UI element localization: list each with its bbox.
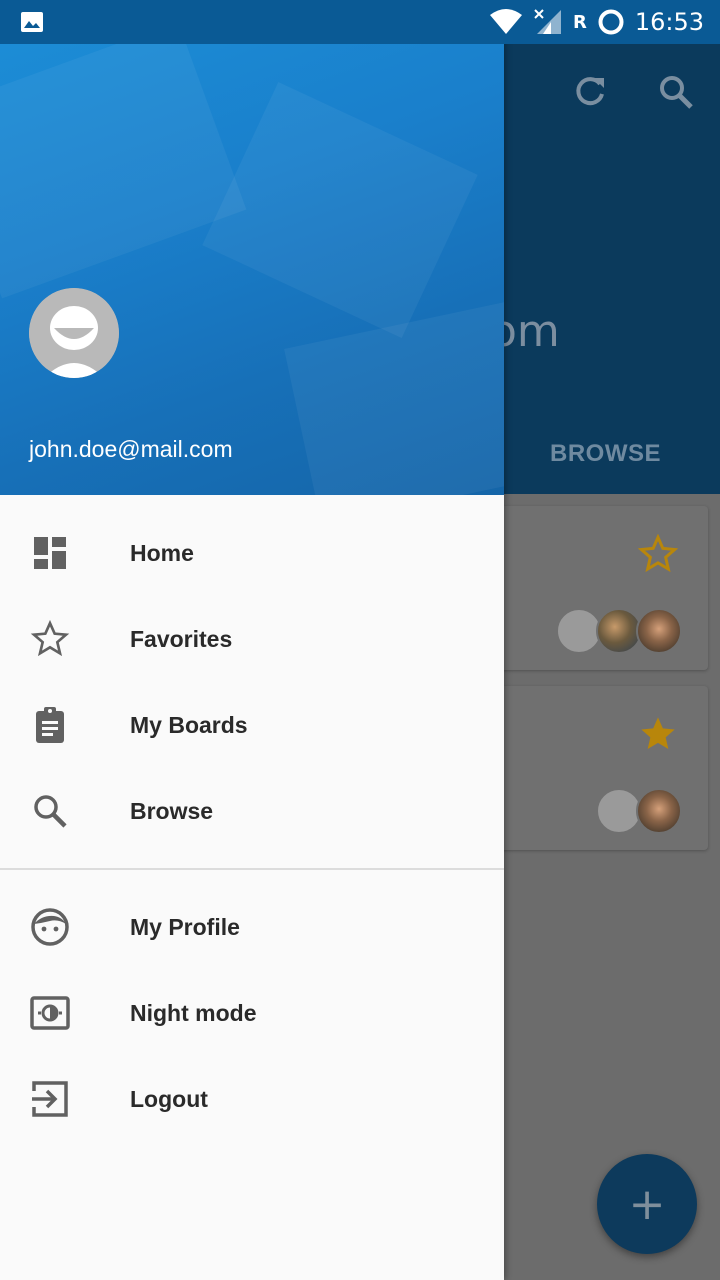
navigation-drawer: john.doe@mail.com Home Favorites My Boar… [0,0,504,1280]
member-avatars [556,608,682,654]
brightness-icon [30,996,70,1030]
menu-item-home[interactable]: Home [0,510,504,596]
tab-browse[interactable]: BROWSE [550,440,661,468]
star-outline-icon [30,619,70,657]
cell-signal-icon [534,9,561,34]
menu-item-favorites[interactable]: Favorites [0,596,504,682]
clipboard-icon [36,707,64,743]
account-email: john.doe@mail.com [29,436,233,462]
status-clock: 16:53 [634,8,704,36]
menu-item-my-boards[interactable]: My Boards [0,682,504,768]
face-icon [31,908,69,946]
logout-icon [32,1081,68,1117]
avatar [636,788,682,834]
menu-label: Home [130,539,194,566]
menu-divider [0,868,504,870]
board-card[interactable] [480,506,708,670]
add-board-button[interactable]: + [597,1154,697,1254]
drawer-header: john.doe@mail.com [0,0,504,495]
menu-label: Night mode [130,999,257,1026]
menu-label: My Profile [130,913,240,940]
menu-item-my-profile[interactable]: My Profile [0,884,504,970]
avatar [636,608,682,654]
menu-item-night-mode[interactable]: Night mode [0,970,504,1056]
avatar[interactable] [29,288,119,378]
sync-ring-icon [598,9,624,35]
menu-label: Browse [130,797,214,824]
plus-icon: + [628,1178,666,1230]
roaming-indicator: R [572,11,587,33]
search-icon[interactable] [656,72,696,112]
wifi-icon [489,9,522,34]
menu-item-logout[interactable]: Logout [0,1056,504,1142]
default-avatar-icon [29,288,119,378]
board-card[interactable] [480,686,708,850]
star-outline-icon[interactable] [638,534,678,574]
status-bar: R 16:53 [0,0,720,44]
menu-label: My Boards [130,711,248,738]
dashboard-icon [34,537,66,569]
member-avatars [596,788,682,834]
menu-item-browse[interactable]: Browse [0,768,504,854]
refresh-icon[interactable] [570,72,610,112]
search-icon [34,795,67,828]
gallery-notification-icon [21,12,43,32]
drawer-menu: Home Favorites My Boards Browse My Profi… [0,510,504,1142]
menu-label: Logout [130,1085,208,1112]
star-filled-icon[interactable] [638,714,678,754]
menu-label: Favorites [130,625,233,652]
